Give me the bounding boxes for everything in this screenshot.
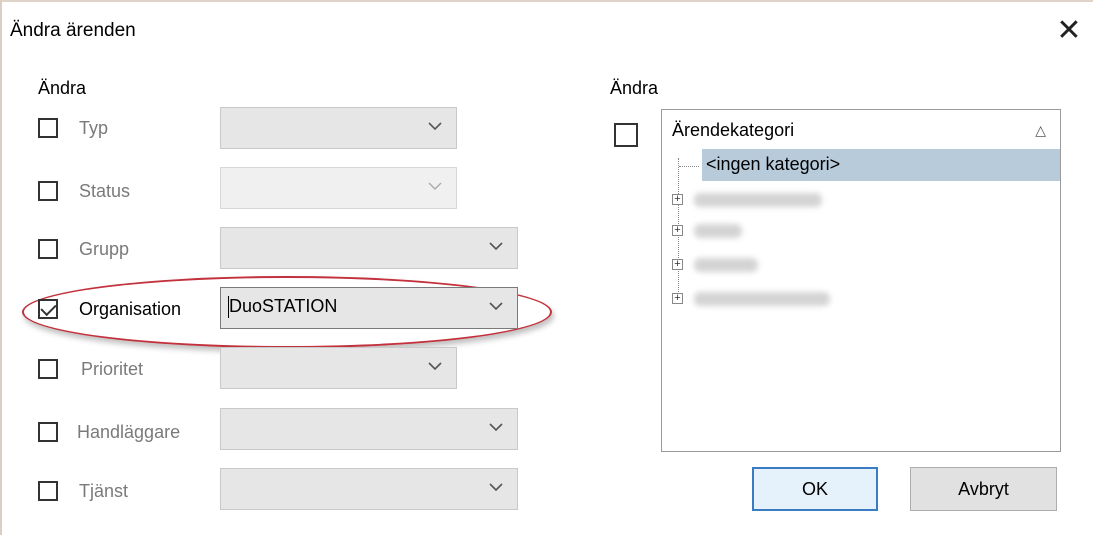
expand-plus-icon[interactable]: + (672, 293, 683, 304)
field-row-handlaggare: Handläggare (0, 408, 540, 452)
prioritet-label: Prioritet (81, 359, 144, 379)
field-row-organisation: Organisation DuoSTATION (0, 287, 540, 331)
grupp-checkbox[interactable] (38, 239, 58, 259)
tjanst-label: Tjänst (79, 481, 129, 501)
redacted-text (694, 292, 830, 306)
handlaggare-checkbox[interactable] (38, 422, 58, 442)
cancel-button[interactable]: Avbryt (910, 467, 1057, 511)
organisation-value: DuoSTATION (229, 296, 338, 316)
organisation-label: Organisation (79, 299, 182, 319)
tree-column-header[interactable]: Ärendekategori (672, 120, 794, 141)
typ-label: Typ (79, 118, 109, 138)
tree-item[interactable]: + (668, 222, 868, 244)
field-row-grupp: Grupp (0, 227, 540, 271)
tree-connector (679, 166, 699, 167)
status-checkbox[interactable] (38, 181, 58, 201)
left-section-label: Ändra (38, 78, 87, 98)
chevron-down-icon (489, 302, 503, 311)
field-row-typ: Typ (0, 107, 540, 151)
field-row-tjanst: Tjänst (0, 468, 540, 512)
chevron-down-icon (428, 122, 442, 131)
category-tree[interactable]: Ärendekategori △ <ingen kategori> + + + … (661, 109, 1061, 452)
tree-item[interactable]: + (668, 290, 868, 312)
dialog-title: Ändra ärenden (10, 20, 136, 41)
redacted-text (694, 193, 822, 207)
status-label: Status (79, 181, 131, 201)
ok-button[interactable]: OK (752, 467, 878, 511)
expand-plus-icon[interactable]: + (672, 259, 683, 270)
category-checkbox[interactable] (614, 123, 638, 147)
tree-item[interactable]: + (668, 256, 868, 278)
tree-item[interactable]: + (668, 191, 868, 213)
status-dropdown[interactable] (220, 167, 457, 209)
expand-plus-icon[interactable]: + (672, 194, 683, 205)
chevron-down-icon (489, 242, 503, 251)
chevron-down-icon (489, 423, 503, 432)
redacted-text (694, 258, 758, 272)
redacted-text (694, 224, 742, 238)
chevron-down-icon (489, 483, 503, 492)
sort-ascending-icon: △ (1035, 122, 1046, 138)
organisation-dropdown[interactable]: DuoSTATION (220, 287, 518, 329)
typ-checkbox[interactable] (38, 118, 58, 138)
tree-item-selected[interactable]: <ingen kategori> (702, 149, 1060, 181)
right-section-label: Ändra (610, 78, 659, 98)
tjanst-dropdown[interactable] (220, 468, 518, 510)
chevron-down-icon (428, 182, 442, 190)
handlaggare-label: Handläggare (77, 422, 181, 442)
grupp-label: Grupp (79, 239, 130, 259)
close-icon[interactable]: ✕ (1052, 14, 1086, 48)
tjanst-checkbox[interactable] (38, 481, 58, 501)
chevron-down-icon (428, 362, 442, 371)
window-top-border (0, 0, 1093, 2)
typ-dropdown[interactable] (220, 107, 457, 149)
tree-item-label: <ingen kategori> (706, 154, 841, 174)
organisation-checkbox[interactable] (38, 299, 58, 319)
expand-plus-icon[interactable]: + (672, 225, 683, 236)
field-row-prioritet: Prioritet (0, 347, 540, 391)
prioritet-checkbox[interactable] (38, 359, 58, 379)
handlaggare-dropdown[interactable] (220, 408, 518, 450)
field-row-status: Status (0, 167, 540, 211)
prioritet-dropdown[interactable] (220, 347, 457, 389)
grupp-dropdown[interactable] (220, 227, 518, 269)
